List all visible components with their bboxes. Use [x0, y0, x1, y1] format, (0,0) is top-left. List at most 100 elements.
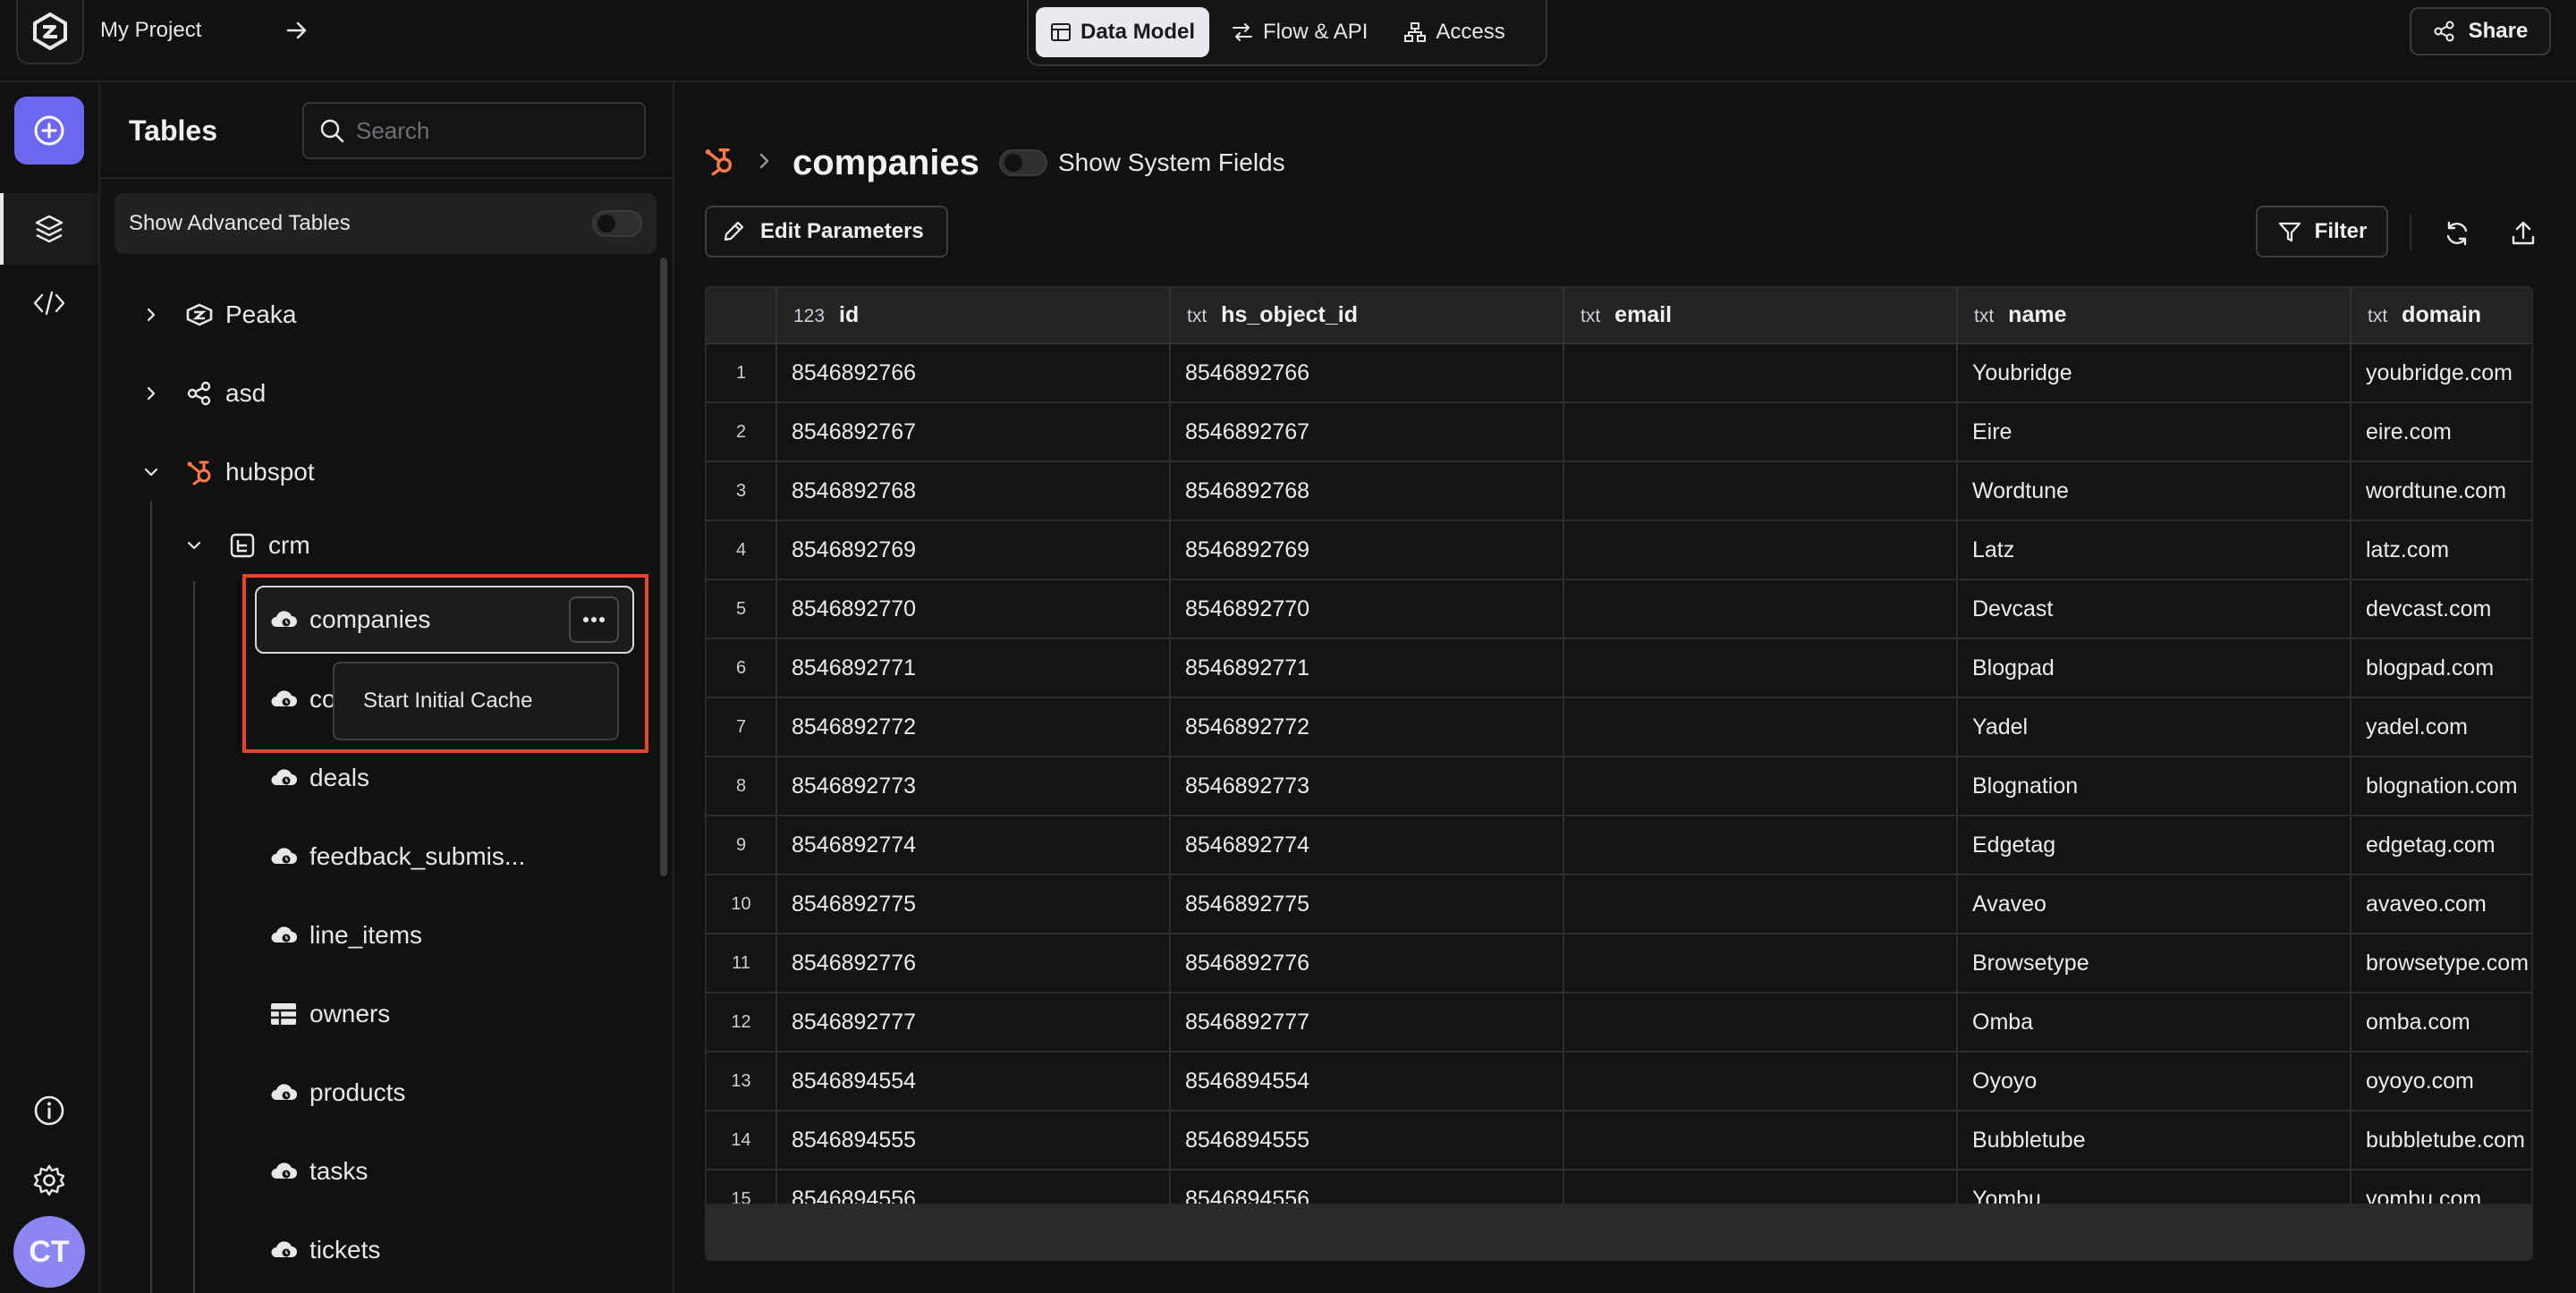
cell-domain[interactable]: browsetype.com: [2351, 934, 2531, 993]
cell-id[interactable]: 8546892774: [776, 816, 1171, 875]
cell-id[interactable]: 8546892775: [776, 875, 1171, 934]
share-button[interactable]: Share: [2410, 7, 2551, 55]
cell-domain[interactable]: edgetag.com: [2351, 816, 2531, 875]
cell-domain[interactable]: devcast.com: [2351, 579, 2531, 639]
cell-name[interactable]: Eire: [1957, 402, 2351, 462]
table-item-tasks[interactable]: tasks: [268, 1145, 368, 1198]
settings-button[interactable]: [0, 1155, 98, 1205]
column-header-name[interactable]: txt name: [1957, 288, 2351, 344]
cell-domain[interactable]: omba.com: [2351, 993, 2531, 1052]
cell-domain[interactable]: avaveo.com: [2351, 875, 2531, 934]
table-row[interactable]: 14 8546894555 8546894555 Bubbletube bubbletu…: [707, 1111, 2531, 1170]
tab-data-model[interactable]: Data Model: [1036, 7, 1210, 57]
table-row[interactable]: 13 8546894554 8546894554 Oyoyo oyoyo.com: [707, 1052, 2531, 1111]
cell-name[interactable]: Blognation: [1957, 756, 2351, 816]
cell-name[interactable]: Browsetype: [1957, 934, 2351, 993]
search-box[interactable]: [302, 102, 646, 159]
row-number[interactable]: 5: [707, 579, 777, 639]
rail-tables-button[interactable]: [0, 193, 98, 265]
cell-domain[interactable]: bubbletube.com: [2351, 1111, 2531, 1170]
cell-name[interactable]: Latz: [1957, 520, 2351, 580]
table-item-line-items[interactable]: line_items: [268, 908, 422, 962]
table-row[interactable]: 8 8546892773 8546892773 Blognation blognatio…: [707, 756, 2531, 816]
row-number[interactable]: 10: [707, 875, 777, 934]
row-number[interactable]: 4: [707, 520, 777, 580]
tree-item-asd[interactable]: asd: [138, 367, 266, 420]
cell-id[interactable]: 8546894555: [776, 1111, 1171, 1170]
tree-item-hubspot[interactable]: hubspot: [138, 445, 315, 499]
table-item-owners[interactable]: owners: [268, 987, 390, 1041]
table-item-tickets[interactable]: tickets: [268, 1223, 380, 1277]
row-number[interactable]: 7: [707, 697, 777, 757]
cell-hs-object-id[interactable]: 8546892767: [1170, 402, 1564, 462]
cell-name[interactable]: Bubbletube: [1957, 1111, 2351, 1170]
cell-domain[interactable]: wordtune.com: [2351, 461, 2531, 521]
cell-email[interactable]: [1563, 402, 1958, 462]
advanced-tables-row[interactable]: Show Advanced Tables: [114, 193, 657, 254]
refresh-button[interactable]: [2435, 211, 2479, 256]
cell-name[interactable]: Wordtune: [1957, 461, 2351, 521]
cell-domain[interactable]: eire.com: [2351, 402, 2531, 462]
cell-id[interactable]: 8546892773: [776, 756, 1171, 816]
filter-button[interactable]: Filter: [2256, 206, 2388, 258]
cell-hs-object-id[interactable]: 8546894554: [1170, 1052, 1564, 1111]
table-row[interactable]: 10 8546892775 8546892775 Avaveo avaveo.com: [707, 875, 2531, 934]
edit-parameters-button[interactable]: Edit Parameters: [705, 206, 948, 258]
cell-email[interactable]: [1563, 934, 1958, 993]
cell-id[interactable]: 8546892769: [776, 520, 1171, 580]
cell-id[interactable]: 8546892777: [776, 993, 1171, 1052]
cell-email[interactable]: [1563, 1111, 1958, 1170]
row-number[interactable]: 3: [707, 461, 777, 521]
arrow-right-icon[interactable]: [279, 13, 315, 48]
table-row[interactable]: 4 8546892769 8546892769 Latz latz.com: [707, 520, 2531, 580]
cell-email[interactable]: [1563, 993, 1958, 1052]
table-item-products[interactable]: products: [268, 1066, 405, 1120]
cell-hs-object-id[interactable]: 8546892775: [1170, 875, 1564, 934]
cell-id[interactable]: 8546892771: [776, 638, 1171, 698]
cell-email[interactable]: [1563, 343, 1958, 403]
cell-hs-object-id[interactable]: 8546892766: [1170, 343, 1564, 403]
tree-item-crm[interactable]: crm: [181, 519, 310, 572]
table-row[interactable]: 1 8546892766 8546892766 Youbridge youbridge.…: [707, 343, 2531, 403]
cell-hs-object-id[interactable]: 8546892772: [1170, 697, 1564, 757]
cell-domain[interactable]: blognation.com: [2351, 756, 2531, 816]
add-button[interactable]: [14, 97, 84, 165]
cell-email[interactable]: [1563, 461, 1958, 521]
table-item-feedback[interactable]: feedback_submis...: [268, 830, 525, 883]
row-number[interactable]: 14: [707, 1111, 777, 1170]
app-logo[interactable]: [16, 0, 84, 64]
avatar[interactable]: CT: [13, 1216, 85, 1288]
table-row[interactable]: 3 8546892768 8546892768 Wordtune wordtune.co…: [707, 461, 2531, 521]
cell-domain[interactable]: latz.com: [2351, 520, 2531, 580]
hubspot-icon[interactable]: [703, 145, 735, 182]
tab-access[interactable]: Access: [1389, 7, 1519, 57]
cell-domain[interactable]: youbridge.com: [2351, 343, 2531, 403]
info-button[interactable]: [0, 1086, 98, 1136]
cell-hs-object-id[interactable]: 8546892769: [1170, 520, 1564, 580]
cell-id[interactable]: 8546892770: [776, 579, 1171, 639]
project-name[interactable]: My Project: [100, 18, 201, 43]
cell-name[interactable]: Blogpad: [1957, 638, 2351, 698]
cell-id[interactable]: 8546894554: [776, 1052, 1171, 1111]
cell-name[interactable]: Devcast: [1957, 579, 2351, 639]
cell-id[interactable]: 8546892776: [776, 934, 1171, 993]
chevron-down-icon[interactable]: [181, 532, 208, 559]
cell-hs-object-id[interactable]: 8546892768: [1170, 461, 1564, 521]
cell-domain[interactable]: yadel.com: [2351, 697, 2531, 757]
cell-id[interactable]: 8546892772: [776, 697, 1171, 757]
tree-item-peaka[interactable]: Peaka: [138, 288, 296, 342]
cell-email[interactable]: [1563, 697, 1958, 757]
cell-email[interactable]: [1563, 638, 1958, 698]
cell-hs-object-id[interactable]: 8546894555: [1170, 1111, 1564, 1170]
cell-email[interactable]: [1563, 1052, 1958, 1111]
cell-name[interactable]: Oyoyo: [1957, 1052, 2351, 1111]
cell-hs-object-id[interactable]: 8546892773: [1170, 756, 1564, 816]
cell-name[interactable]: Youbridge: [1957, 343, 2351, 403]
row-number[interactable]: 12: [707, 993, 777, 1052]
column-header-email[interactable]: txt email: [1563, 288, 1958, 344]
cell-email[interactable]: [1563, 816, 1958, 875]
row-number[interactable]: 8: [707, 756, 777, 816]
tab-flow-api[interactable]: Flow & API: [1216, 7, 1382, 57]
cell-email[interactable]: [1563, 875, 1958, 934]
cell-id[interactable]: 8546892766: [776, 343, 1171, 403]
